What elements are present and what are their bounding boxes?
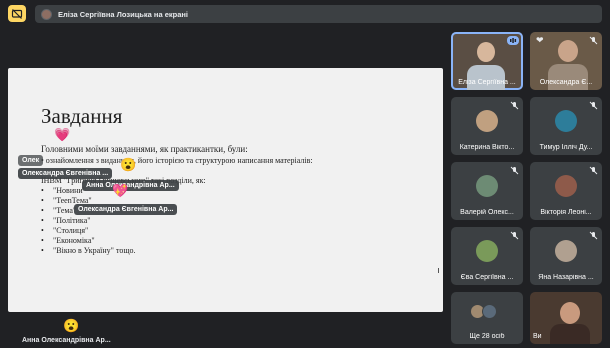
reaction-name-chip: Анна Олександрівна Ар... [82, 180, 179, 191]
present-off-icon [11, 8, 23, 19]
participant-tile[interactable]: Катерина Вікто... [451, 97, 523, 155]
participant-name: Катерина Вікто... [459, 144, 515, 151]
heart-icon: ❤ [536, 35, 544, 45]
slide-bullet: "Економіка" [41, 236, 136, 246]
more-avatars [470, 304, 497, 319]
more-participants-tile[interactable]: Ще 28 осіб [451, 292, 523, 344]
participant-tile[interactable]: Єва Сергіївна ... [451, 227, 523, 285]
presentation-stage: Завдання Головними моїми завданнями, як … [8, 68, 443, 312]
reaction-name-chip: Олександра Євгенівна ... [18, 168, 113, 179]
slide-title: Завдання [41, 104, 123, 128]
reaction-name-chip: Олек [18, 155, 44, 166]
reaction-heart-emoji: 💖 [112, 183, 129, 198]
participant-name: Валерій Олекс... [460, 209, 514, 216]
participant-name: Еліза Сергіївна ... [458, 79, 516, 86]
more-participants-label: Ще 28 осіб [469, 333, 505, 340]
presenter-avatar [41, 8, 52, 20]
participant-tile[interactable]: Еліза Сергіївна ... [451, 32, 523, 90]
bottom-reaction-name: Анна Олександрівна Ар... [22, 337, 111, 344]
top-bar: Еліза Сергіївна Лозицька на екрані [0, 0, 610, 28]
participant-name: Вікторія Леоні... [540, 209, 592, 216]
mic-off-icon [510, 101, 519, 110]
reaction-heart-emoji: 💗 [54, 127, 71, 142]
avatar [476, 240, 498, 262]
avatar [555, 175, 577, 197]
mic-off-icon [589, 101, 598, 110]
avatar [476, 110, 498, 132]
slide-bullet: "Столиця" [41, 226, 136, 236]
slide-bullet: "Вікно в Україну" тощо. [41, 246, 136, 256]
slide-intro: Головними моїми завданнями, як практикан… [41, 144, 248, 154]
participant-tile[interactable]: Валерій Олекс... [451, 162, 523, 220]
avatar [476, 175, 498, 197]
mic-off-icon [510, 231, 519, 240]
avatar [555, 110, 577, 132]
self-view-tile[interactable]: Ви [530, 292, 602, 344]
speaking-indicator-icon [507, 36, 519, 45]
participant-name: Єва Сергіївна ... [460, 274, 514, 281]
stop-presenting-button[interactable] [8, 5, 26, 22]
participant-name: Тимур Ілліч Ду... [539, 144, 593, 151]
participant-name: Олександра Є... [539, 79, 593, 86]
mic-off-icon [510, 166, 519, 175]
bottom-reaction-emoji: 😮 [63, 318, 80, 333]
mouse-cursor [438, 268, 441, 273]
participant-video [477, 42, 495, 62]
participant-tile[interactable]: Тимур Ілліч Ду... [530, 97, 602, 155]
participant-tile[interactable]: ❤ Олександра Є... [530, 32, 602, 90]
participant-name: Яна Назарівна ... [538, 274, 594, 281]
mic-off-icon [589, 36, 598, 45]
reaction-name-chip: Олександра Євгенівна Ар... [74, 204, 178, 215]
mic-off-icon [589, 166, 598, 175]
avatar [555, 240, 577, 262]
presenting-banner[interactable]: Еліза Сергіївна Лозицька на екрані [35, 5, 602, 23]
slide-bullet: "Політика" [41, 216, 136, 226]
self-view-label: Ви [533, 333, 542, 340]
reaction-wow-emoji: 😮 [120, 157, 137, 172]
participant-tile[interactable]: Яна Назарівна ... [530, 227, 602, 285]
presenting-text: Еліза Сергіївна Лозицька на екрані [58, 9, 189, 19]
participant-tile[interactable]: Вікторія Леоні... [530, 162, 602, 220]
slide-line-1: • ознайомлення з виданням, його історією… [41, 156, 313, 165]
mic-off-icon [589, 231, 598, 240]
